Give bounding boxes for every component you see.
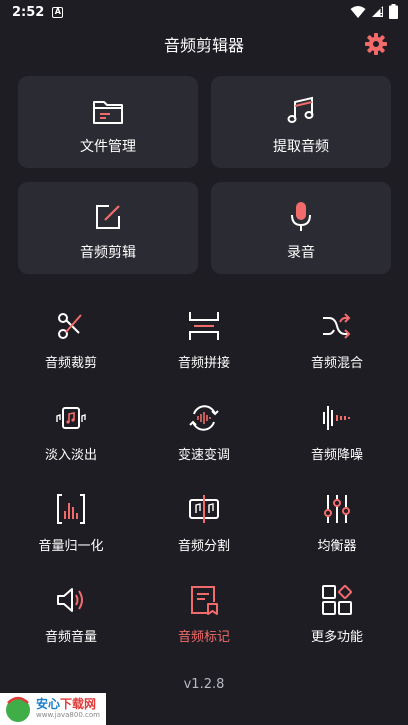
card-label: 音频剪辑 <box>80 245 136 261</box>
tool-audio-marker[interactable]: 音频标记 <box>144 584 264 654</box>
more-grid-icon <box>322 585 352 615</box>
tool-speed-pitch[interactable]: 变速变调 <box>144 402 264 472</box>
tool-label: 音频混合 <box>310 356 363 371</box>
wifi-icon <box>350 5 366 18</box>
fade-icon <box>56 407 86 429</box>
file-manager-card[interactable]: 文件管理 <box>18 76 198 168</box>
tool-fade-in-out[interactable]: 淡入淡出 <box>11 402 131 472</box>
extract-audio-card[interactable]: 提取音频 <box>211 76 391 168</box>
card-label: 文件管理 <box>80 139 136 155</box>
tool-audio-trim[interactable]: 音频裁剪 <box>11 310 131 380</box>
music-note-icon <box>287 96 314 123</box>
audio-edit-card[interactable]: 音频剪辑 <box>18 182 198 274</box>
normalize-icon <box>57 494 85 524</box>
tool-label: 变速变调 <box>177 448 230 463</box>
edit-icon <box>96 205 120 229</box>
tool-label: 音频降噪 <box>310 448 363 463</box>
tool-label: 音频音量 <box>44 630 97 645</box>
status-time: 2:52 <box>12 4 45 20</box>
battery-icon <box>389 4 398 19</box>
bookmark-icon <box>191 586 218 615</box>
folder-icon <box>93 101 123 124</box>
watermark-brand: 安心下载网 <box>36 697 97 711</box>
tool-label: 音频分割 <box>177 539 230 554</box>
split-icon <box>189 495 219 523</box>
tool-more-features[interactable]: 更多功能 <box>277 584 397 654</box>
status-bar: 2:52 A <box>0 0 408 24</box>
microphone-icon <box>291 202 311 231</box>
signal-icon <box>372 6 383 17</box>
tool-label: 音频裁剪 <box>44 356 97 371</box>
card-label: 录音 <box>287 245 315 261</box>
volume-icon <box>57 588 83 612</box>
tool-label: 音频拼接 <box>177 356 230 371</box>
card-label: 提取音频 <box>273 139 329 155</box>
tool-audio-split[interactable]: 音频分割 <box>144 493 264 563</box>
tool-label: 音量归一化 <box>38 539 104 554</box>
tool-volume-normalize[interactable]: 音量归一化 <box>11 493 131 563</box>
scissors-icon <box>58 313 82 339</box>
watermark-logo-icon <box>6 696 30 722</box>
tool-audio-mix[interactable]: 音频混合 <box>277 310 397 380</box>
settings-gear-icon[interactable] <box>364 32 388 56</box>
tool-label: 更多功能 <box>310 630 363 645</box>
app-version: v1.2.8 <box>183 677 225 692</box>
status-icons <box>350 4 398 19</box>
tool-audio-join[interactable]: 音频拼接 <box>144 310 264 380</box>
tool-label: 均衡器 <box>317 539 357 554</box>
shuffle-icon <box>323 313 351 339</box>
noise-reduce-icon <box>323 406 350 430</box>
watermark-url: www.java800.com <box>36 711 100 719</box>
record-card[interactable]: 录音 <box>211 182 391 274</box>
tool-noise-reduction[interactable]: 音频降噪 <box>277 402 397 472</box>
equalizer-icon <box>324 495 350 523</box>
join-icon <box>189 312 219 340</box>
tool-equalizer[interactable]: 均衡器 <box>277 493 397 563</box>
watermark: 安心下载网 www.java800.com <box>0 693 106 725</box>
tool-label: 淡入淡出 <box>44 448 97 463</box>
tool-audio-volume[interactable]: 音频音量 <box>11 584 131 654</box>
tool-label: 音频标记 <box>177 630 230 645</box>
notification-a-icon: A <box>52 6 64 18</box>
speed-icon <box>189 405 219 431</box>
page-title: 音频剪辑器 <box>163 36 244 55</box>
